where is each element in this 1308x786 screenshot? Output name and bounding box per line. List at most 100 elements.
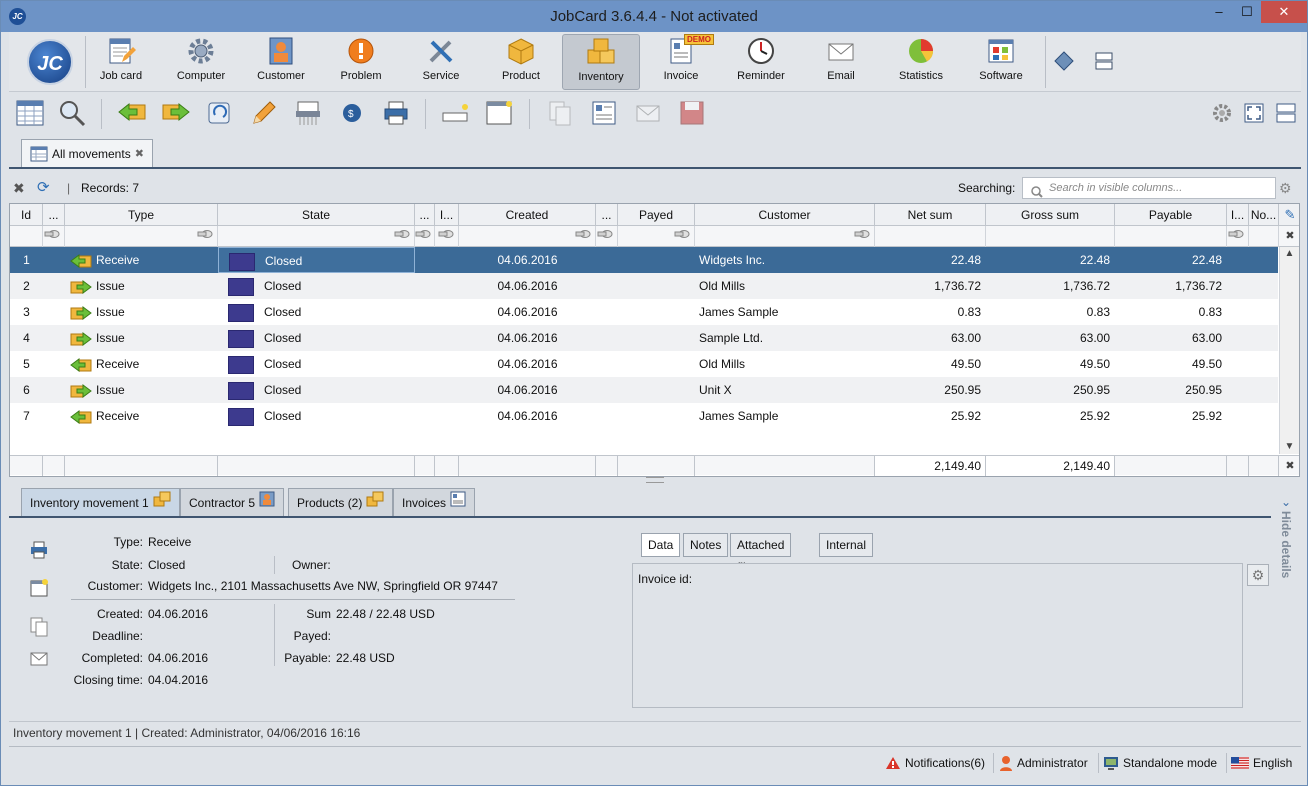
column-header[interactable]: Gross sum (986, 204, 1115, 226)
column-header[interactable]: ... (43, 204, 65, 226)
column-filter[interactable] (435, 226, 459, 247)
table-row[interactable]: 2 Issue Closed 04.06.2016 Old Mills 1,736.72 1… (10, 273, 1278, 299)
clear-filters-icon[interactable]: ✖ (1280, 226, 1299, 247)
column-header[interactable]: State (218, 204, 415, 226)
form-icon[interactable] (589, 98, 619, 128)
column-filter[interactable] (596, 226, 618, 247)
close-tab-icon[interactable]: ✖ (135, 141, 144, 167)
clear-totals-icon[interactable]: ✖ (1280, 456, 1299, 476)
new-document-icon[interactable] (485, 98, 515, 128)
diamond-icon[interactable] (1049, 46, 1079, 76)
column-header[interactable]: Payable (1115, 204, 1227, 226)
minimize-button[interactable]: – (1205, 1, 1233, 23)
table-row[interactable]: 3 Issue Closed 04.06.2016 James Sample 0.83 0.… (10, 299, 1278, 325)
search-settings-icon[interactable]: ⚙ (1279, 176, 1292, 200)
copy-icon[interactable] (545, 98, 575, 128)
layout-icon[interactable] (1089, 46, 1119, 76)
nav-invoice[interactable]: DEMO Invoice (642, 34, 720, 90)
envelope-icon[interactable] (633, 98, 663, 128)
scroll-up-icon[interactable]: ▲ (1280, 247, 1299, 261)
save-icon[interactable] (677, 98, 707, 128)
search-input[interactable]: Search in visible columns... (1022, 177, 1276, 199)
tab-invoices[interactable]: Invoices (393, 488, 476, 516)
column-filter[interactable] (415, 226, 435, 247)
tab-data[interactable]: Data (641, 533, 681, 557)
issue-icon[interactable] (161, 98, 191, 128)
notifications-button[interactable]: Notifications(6) (885, 747, 985, 779)
column-header[interactable]: Type (65, 204, 218, 226)
tab-all-movements[interactable]: All movements ✖ (21, 139, 153, 167)
column-header[interactable]: ... (596, 204, 618, 226)
new-window-icon[interactable] (441, 98, 471, 128)
column-filter[interactable] (986, 226, 1115, 247)
column-header[interactable]: ... (415, 204, 435, 226)
column-filter[interactable] (1249, 226, 1279, 247)
column-filter[interactable] (1115, 226, 1227, 247)
app-logo[interactable]: JC (27, 39, 73, 85)
table-row[interactable]: 4 Issue Closed 04.06.2016 Sample Ltd. 63.00 63… (10, 325, 1278, 351)
column-header[interactable]: Net sum (875, 204, 986, 226)
close-button[interactable]: ✕ (1261, 1, 1307, 23)
column-filter[interactable] (65, 226, 218, 247)
mode-button[interactable]: Standalone mode (1103, 747, 1217, 779)
column-filter[interactable] (875, 226, 986, 247)
scroll-down-icon[interactable]: ▼ (1280, 440, 1299, 454)
splitter-handle[interactable] (646, 477, 664, 483)
column-filter[interactable] (1227, 226, 1249, 247)
column-filter[interactable] (10, 226, 43, 247)
nav-software[interactable]: Software (962, 34, 1040, 90)
column-filter[interactable] (618, 226, 695, 247)
split-view-icon[interactable] (1271, 98, 1301, 128)
column-header[interactable]: Id (10, 204, 43, 226)
tab-inventory-movement[interactable]: Inventory movement 1 (21, 488, 180, 516)
search-icon[interactable] (57, 98, 87, 128)
tab-notes[interactable]: Notes (683, 533, 729, 557)
table-row[interactable]: 1 Receive Closed 04.06.2016 Widgets Inc. 22.4… (10, 247, 1278, 273)
column-filter[interactable] (43, 226, 65, 247)
nav-customer[interactable]: Customer (242, 34, 320, 90)
tag-icon[interactable]: $ (337, 98, 367, 128)
column-header[interactable]: No... (1249, 204, 1279, 226)
nav-job-card[interactable]: Job card (82, 34, 160, 90)
settings-icon[interactable] (1207, 98, 1237, 128)
tab-products[interactable]: Products (2) (288, 488, 394, 516)
shredder-icon[interactable] (293, 98, 323, 128)
column-header[interactable]: Customer (695, 204, 875, 226)
user-button[interactable]: Administrator (999, 747, 1088, 779)
nav-product[interactable]: Product (482, 34, 560, 90)
nav-service[interactable]: Service (402, 34, 480, 90)
table-row[interactable]: 5 Receive Closed 04.06.2016 Old Mills 49.50 49… (10, 351, 1278, 377)
nav-statistics[interactable]: Statistics (882, 34, 960, 90)
fullscreen-icon[interactable] (1239, 98, 1269, 128)
column-header[interactable]: Created (459, 204, 596, 226)
data-settings-icon[interactable]: ⚙ (1247, 564, 1269, 586)
hide-details-toggle[interactable]: ⌄ Hide details (1276, 495, 1296, 595)
print-icon[interactable] (381, 98, 411, 128)
column-chooser-icon[interactable]: ✎ (1280, 204, 1299, 226)
table-view-icon[interactable] (15, 98, 45, 128)
column-header[interactable]: I... (435, 204, 459, 226)
tab-contractor[interactable]: Contractor 5 (180, 488, 285, 516)
column-header[interactable]: Payed (618, 204, 695, 226)
tab-internal-notes[interactable]: Internal notes (819, 533, 874, 574)
table-row[interactable]: 7 Receive Closed 04.06.2016 James Sample 25.9… (10, 403, 1278, 429)
receive-icon[interactable] (117, 98, 147, 128)
nav-problem[interactable]: Problem (322, 34, 400, 90)
column-filter[interactable] (459, 226, 596, 247)
clear-filter-icon[interactable]: ✖ (13, 176, 25, 200)
language-button[interactable]: English (1231, 747, 1292, 779)
edit-pencil-icon[interactable] (249, 98, 279, 128)
vertical-scrollbar[interactable]: ▲ ▼ (1279, 247, 1299, 454)
nav-inventory[interactable]: Inventory (562, 34, 640, 90)
table-row[interactable]: 6 Issue Closed 04.06.2016 Unit X 250.95 250.95… (10, 377, 1278, 403)
nav-computer[interactable]: Computer (162, 34, 240, 90)
nav-email[interactable]: Email (802, 34, 880, 90)
column-header[interactable]: I... (1227, 204, 1249, 226)
refresh-doc-icon[interactable] (205, 98, 235, 128)
maximize-button[interactable]: ☐ (1233, 1, 1261, 23)
column-filter[interactable] (218, 226, 415, 247)
column-filter[interactable] (695, 226, 875, 247)
refresh-icon[interactable]: ⟳ (37, 176, 50, 200)
nav-reminder[interactable]: Reminder (722, 34, 800, 90)
tab-attached-files[interactable]: Attached files (730, 533, 792, 574)
